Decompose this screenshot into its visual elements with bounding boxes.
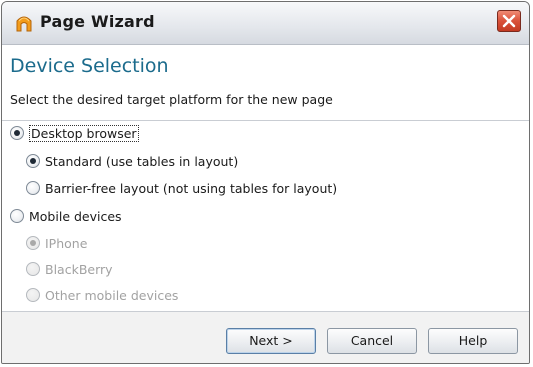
title-bar: Page Wizard — [2, 2, 529, 45]
radio-other-mobile-label: Other mobile devices — [45, 287, 179, 303]
next-button[interactable]: Next > — [226, 328, 316, 354]
wizard-header: Device Selection Select the desired targ… — [2, 45, 529, 121]
close-button[interactable] — [497, 10, 521, 32]
window-title: Page Wizard — [40, 12, 155, 31]
radio-iphone-label: IPhone — [45, 235, 88, 251]
radio-button[interactable] — [10, 209, 24, 223]
page-description: Select the desired target platform for t… — [10, 92, 333, 107]
cancel-button[interactable]: Cancel — [327, 328, 417, 354]
radio-barrier-free[interactable]: Barrier-free layout (not using tables fo… — [26, 178, 337, 198]
radio-blackberry-label: BlackBerry — [45, 261, 113, 277]
radio-standard-label: Standard (use tables in layout) — [45, 153, 239, 169]
radio-desktop-browser-label: Desktop browser — [29, 124, 139, 142]
radio-button-disabled — [26, 288, 40, 302]
close-icon — [502, 14, 516, 28]
page-wizard-dialog: Page Wizard Device Selection Select the … — [1, 1, 530, 364]
platform-options: Desktop browser Standard (use tables in … — [2, 121, 529, 311]
radio-standard[interactable]: Standard (use tables in layout) — [26, 151, 238, 171]
radio-button-disabled — [26, 262, 40, 276]
radio-other-mobile: Other mobile devices — [26, 285, 178, 305]
radio-button-checked[interactable] — [26, 154, 40, 168]
radio-button-checked[interactable] — [10, 126, 24, 140]
radio-blackberry: BlackBerry — [26, 259, 113, 279]
wizard-app-icon — [14, 12, 34, 32]
radio-mobile-devices-label: Mobile devices — [29, 208, 122, 224]
button-bar: Next > Cancel Help — [2, 311, 529, 363]
radio-mobile-devices[interactable]: Mobile devices — [10, 206, 122, 226]
radio-barrier-free-label: Barrier-free layout (not using tables fo… — [45, 180, 338, 196]
radio-desktop-browser[interactable]: Desktop browser — [10, 123, 139, 143]
radio-iphone: IPhone — [26, 233, 87, 253]
radio-button[interactable] — [26, 181, 40, 195]
radio-button-disabled-checked — [26, 236, 40, 250]
page-title: Device Selection — [10, 55, 169, 77]
help-button[interactable]: Help — [428, 328, 518, 354]
